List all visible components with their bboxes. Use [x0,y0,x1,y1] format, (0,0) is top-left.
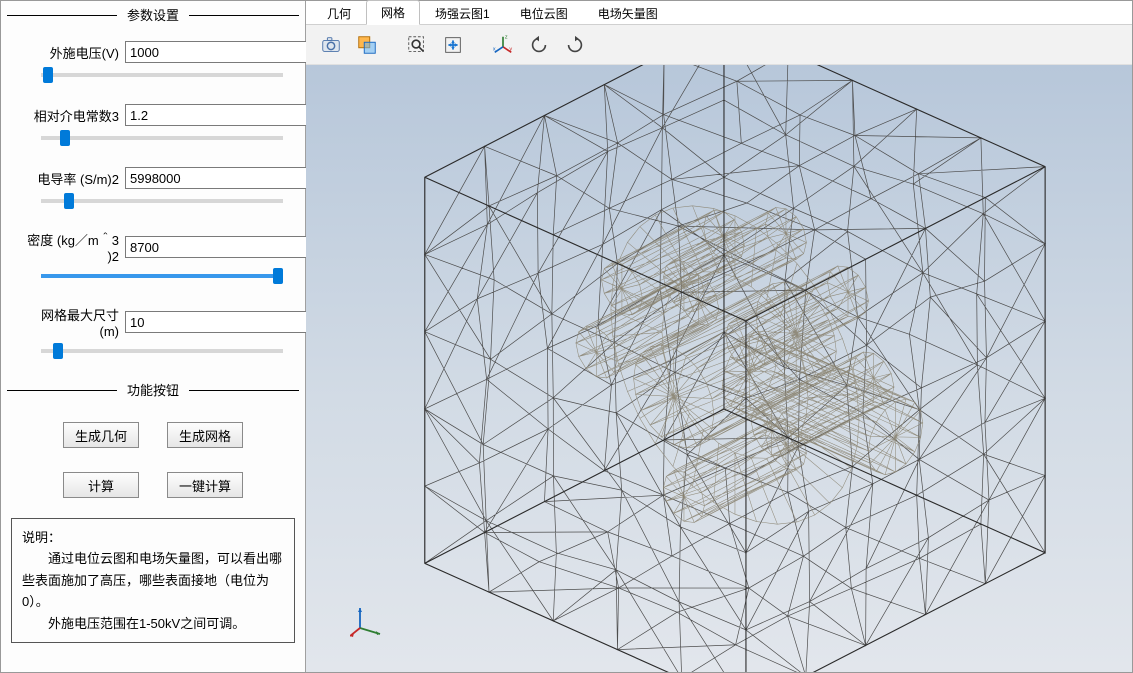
buttons-group-header: 功能按钮 [7,380,299,400]
tab-field-cloud-1[interactable]: 场强云图1 [420,1,505,25]
param-label: 相对介电常数3 [25,106,125,125]
density-input[interactable] [125,236,311,258]
voltage-slider[interactable] [39,65,281,80]
description-box: 说明： 通过电位云图和电场矢量图，可以看出哪些表面施加了高压，哪些表面接地（电位… [11,518,295,643]
param-row-voltage: 外施电压(V) [25,41,281,63]
canvas-toolbar: z y x [306,25,1132,65]
axis-xyz-icon[interactable]: z y x [486,30,520,60]
param-row-density: 密度 (kg／m＾3 )2 [25,230,281,264]
conductivity-input[interactable] [125,167,311,189]
rotate-ccw-icon[interactable] [522,30,556,60]
buttons-group-title: 功能按钮 [117,380,189,399]
zoom-box-icon[interactable] [400,30,434,60]
param-label: 外施电压(V) [25,43,125,62]
conductivity-slider[interactable] [39,191,281,206]
density-slider[interactable] [39,266,281,281]
param-row-permittivity: 相对介电常数3 [25,104,281,126]
params-group-header: 参数设置 [7,5,299,25]
desc-line-2: 外施电压范围在1-50kV之间可调。 [22,613,284,634]
tab-mesh[interactable]: 网格 [366,0,420,25]
3d-viewport[interactable] [306,65,1132,672]
main-area: 几何 网格 场强云图1 电位云图 电场矢量图 z y x [306,1,1132,672]
param-label: 电导率 (S/m)2 [25,169,125,188]
svg-text:z: z [505,34,508,40]
param-label: 密度 (kg／m＾3 )2 [25,230,125,264]
tab-potential-cloud[interactable]: 电位云图 [505,1,583,25]
view-tabs: 几何 网格 场强云图1 电位云图 电场矢量图 [306,1,1132,25]
params-group-title: 参数设置 [117,5,189,24]
permittivity-slider[interactable] [39,128,281,143]
desc-title: 说明： [22,527,284,548]
permittivity-input[interactable] [125,104,311,126]
param-row-conductivity: 电导率 (S/m)2 [25,167,281,189]
sidebar: 参数设置 外施电压(V) 相对介电常数3 电导率 (S/m)2 密度 (kg／m… [1,1,306,672]
transparency-icon[interactable] [350,30,384,60]
zoom-extents-icon[interactable] [436,30,470,60]
compute-button[interactable]: 计算 [63,472,139,498]
button-row-2: 计算 一键计算 [7,472,299,498]
param-row-mesh-size: 网格最大尺寸(m) [25,305,281,339]
camera-icon[interactable] [314,30,348,60]
button-row-1: 生成几何 生成网格 [7,422,299,448]
desc-line-1: 通过电位云图和电场矢量图，可以看出哪些表面施加了高压，哪些表面接地（电位为0）。 [22,548,284,612]
mesh-size-input[interactable] [125,311,311,333]
rotate-cw-icon[interactable] [558,30,592,60]
mesh-size-slider[interactable] [39,341,281,356]
axis-triad-icon [350,604,384,638]
generate-mesh-button[interactable]: 生成网格 [167,422,243,448]
svg-text:y: y [509,46,512,52]
svg-text:x: x [493,46,496,52]
param-label: 网格最大尺寸(m) [25,305,125,339]
generate-geometry-button[interactable]: 生成几何 [63,422,139,448]
tab-field-vector[interactable]: 电场矢量图 [583,1,673,25]
tab-geometry[interactable]: 几何 [312,1,366,25]
voltage-input[interactable] [125,41,311,63]
one-click-compute-button[interactable]: 一键计算 [167,472,243,498]
